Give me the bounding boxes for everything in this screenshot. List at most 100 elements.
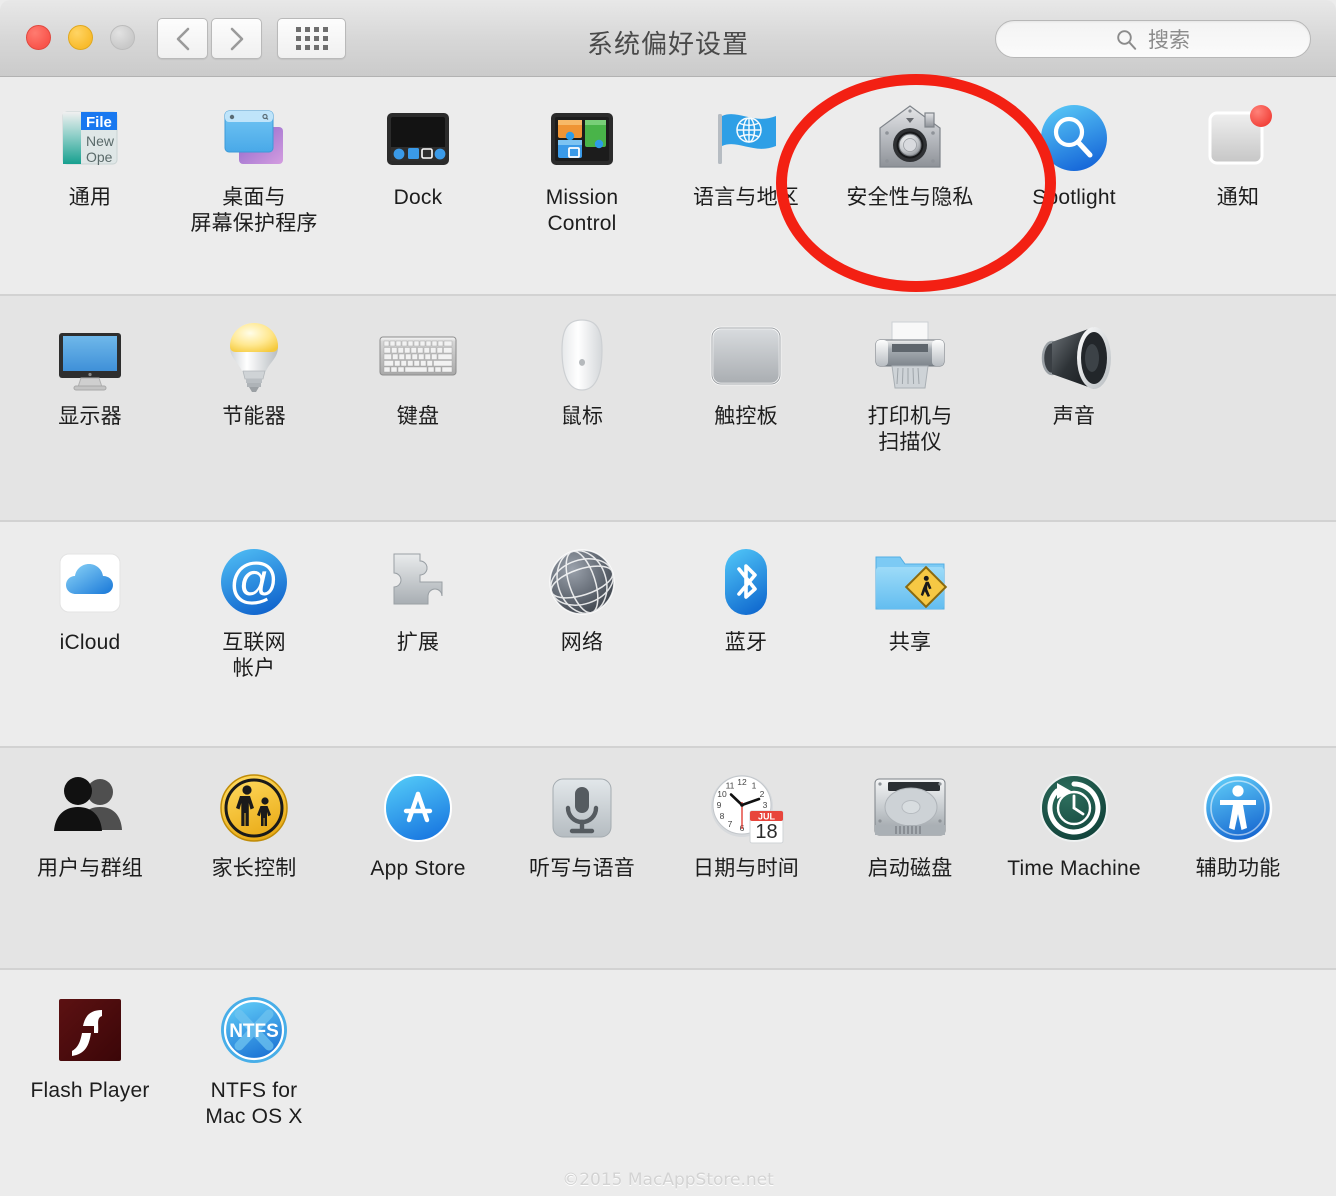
mission-control-icon xyxy=(542,97,622,177)
svg-text:7: 7 xyxy=(728,819,733,829)
users-groups-icon xyxy=(50,768,130,848)
pref-pane-time-machine[interactable]: Time Machine xyxy=(992,748,1156,882)
notifications-icon xyxy=(1198,97,1278,177)
parental-controls-icon xyxy=(214,768,294,848)
pref-pane-notifications[interactable]: 通知 xyxy=(1156,77,1320,211)
displays-icon xyxy=(50,316,130,396)
pref-pane-trackpad[interactable]: 触控板 xyxy=(664,296,828,430)
ntfs-icon: NTFS xyxy=(214,990,294,1070)
icloud-icon xyxy=(50,542,130,622)
sharing-icon xyxy=(870,542,950,622)
pref-pane-spotlight[interactable]: Spotlight xyxy=(992,77,1156,211)
window-titlebar: 系统偏好设置 搜索 xyxy=(0,0,1336,77)
pref-pane-label: 扩展 xyxy=(397,630,439,656)
pref-pane-keyboard[interactable]: 键盘 xyxy=(336,296,500,430)
startup-disk-icon xyxy=(870,768,950,848)
svg-text:1: 1 xyxy=(752,781,757,791)
pref-pane-label: 听写与语音 xyxy=(529,856,635,882)
pref-pane-displays[interactable]: 显示器 xyxy=(8,296,172,430)
pref-pane-label: 共享 xyxy=(889,630,931,656)
search-placeholder: 搜索 xyxy=(1148,24,1190,54)
pref-pane-accessibility[interactable]: 辅助功能 xyxy=(1156,748,1320,882)
section-personal: File New Ope 通用 xyxy=(0,77,1336,296)
date-time-icon: 1212 345 678 91011 JUL xyxy=(706,768,786,848)
svg-text:9: 9 xyxy=(717,800,722,810)
svg-text:12: 12 xyxy=(737,777,747,787)
pref-pane-flash-player[interactable]: Flash Player xyxy=(8,970,172,1104)
svg-text:11: 11 xyxy=(726,781,735,791)
pref-pane-label: 语言与地区 xyxy=(693,185,799,211)
pref-pane-app-store[interactable]: App Store xyxy=(336,748,500,882)
pref-pane-desktop-screensaver[interactable]: 桌面与 屏幕保护程序 xyxy=(172,77,336,237)
pref-pane-label: 互联网 帐户 xyxy=(222,630,286,682)
pref-pane-label: iCloud xyxy=(60,630,121,656)
pref-pane-date-time[interactable]: 1212 345 678 91011 JUL xyxy=(664,748,828,882)
pref-pane-icloud[interactable]: iCloud xyxy=(8,522,172,656)
section-other: Flash Player xyxy=(0,970,1336,1188)
pref-pane-label: Mission Control xyxy=(546,185,619,237)
dictation-speech-icon xyxy=(542,768,622,848)
flash-player-icon xyxy=(50,990,130,1070)
time-machine-icon xyxy=(1034,768,1114,848)
pref-pane-label: Spotlight xyxy=(1032,185,1116,211)
pref-pane-label: 家长控制 xyxy=(212,856,297,882)
pref-pane-security-privacy[interactable]: 安全性与隐私 xyxy=(828,77,992,211)
pref-pane-label: Flash Player xyxy=(30,1078,149,1104)
mouse-icon xyxy=(542,316,622,396)
accessibility-icon xyxy=(1198,768,1278,848)
desktop-screensaver-icon xyxy=(214,97,294,177)
pref-pane-label: 日期与时间 xyxy=(693,856,799,882)
search-input[interactable]: 搜索 xyxy=(995,20,1311,58)
pref-pane-label: 通用 xyxy=(69,185,111,211)
pref-pane-dictation-speech[interactable]: 听写与语音 xyxy=(500,748,664,882)
app-store-icon xyxy=(378,768,458,848)
pref-pane-label: 蓝牙 xyxy=(725,630,767,656)
ntfs-icon-text: NTFS xyxy=(229,1021,279,1042)
security-privacy-icon xyxy=(870,97,950,177)
pref-pane-mouse[interactable]: 鼠标 xyxy=(500,296,664,430)
language-region-icon xyxy=(706,97,786,177)
pref-pane-label: 用户与群组 xyxy=(37,856,143,882)
svg-text:File: File xyxy=(86,114,112,131)
date-icon-day: 18 xyxy=(755,821,777,843)
svg-text:8: 8 xyxy=(720,811,725,821)
pref-pane-internet-accounts[interactable]: @ 互联网 帐户 xyxy=(172,522,336,682)
pref-pane-extensions[interactable]: 扩展 xyxy=(336,522,500,656)
dock-icon xyxy=(378,97,458,177)
pref-pane-label: 辅助功能 xyxy=(1196,856,1281,882)
pref-pane-label: App Store xyxy=(370,856,465,882)
pref-pane-bluetooth[interactable]: 蓝牙 xyxy=(664,522,828,656)
pref-pane-energy-saver[interactable]: 节能器 xyxy=(172,296,336,430)
preferences-grid: File New Ope 通用 xyxy=(0,77,1336,1188)
pref-pane-label: 通知 xyxy=(1217,185,1259,211)
pref-pane-label: NTFS for Mac OS X xyxy=(205,1078,302,1130)
pref-pane-label: 网络 xyxy=(561,630,603,656)
keyboard-icon xyxy=(378,316,458,396)
bluetooth-icon xyxy=(706,542,786,622)
pref-pane-network[interactable]: 网络 xyxy=(500,522,664,656)
pref-pane-sharing[interactable]: 共享 xyxy=(828,522,992,656)
search-icon xyxy=(1116,29,1137,50)
pref-pane-sound[interactable]: 声音 xyxy=(992,296,1156,430)
sound-icon xyxy=(1034,316,1114,396)
trackpad-icon xyxy=(706,316,786,396)
pref-pane-printers-scanners[interactable]: 打印机与 扫描仪 xyxy=(828,296,992,456)
extensions-icon xyxy=(378,542,458,622)
pref-pane-label: 声音 xyxy=(1053,404,1095,430)
pref-pane-label: 安全性与隐私 xyxy=(846,185,973,211)
pref-pane-label: 桌面与 屏幕保护程序 xyxy=(190,185,317,237)
pref-pane-dock[interactable]: Dock xyxy=(336,77,500,211)
section-internet: iCloud @ 互联 xyxy=(0,522,1336,748)
pref-pane-label: 触控板 xyxy=(714,404,778,430)
pref-pane-startup-disk[interactable]: 启动磁盘 xyxy=(828,748,992,882)
pref-pane-ntfs[interactable]: NTFS NTFS for Mac OS X xyxy=(172,970,336,1130)
pref-pane-language-region[interactable]: 语言与地区 xyxy=(664,77,828,211)
spotlight-icon xyxy=(1034,97,1114,177)
pref-pane-parental-controls[interactable]: 家长控制 xyxy=(172,748,336,882)
pref-pane-users-groups[interactable]: 用户与群组 xyxy=(8,748,172,882)
pref-pane-general[interactable]: File New Ope 通用 xyxy=(8,77,172,211)
footer-watermark: ©2015 MacAppStore.net xyxy=(0,1170,1336,1190)
pref-pane-mission-control[interactable]: Mission Control xyxy=(500,77,664,237)
svg-text:10: 10 xyxy=(717,789,727,799)
section-system: 用户与群组 xyxy=(0,748,1336,970)
